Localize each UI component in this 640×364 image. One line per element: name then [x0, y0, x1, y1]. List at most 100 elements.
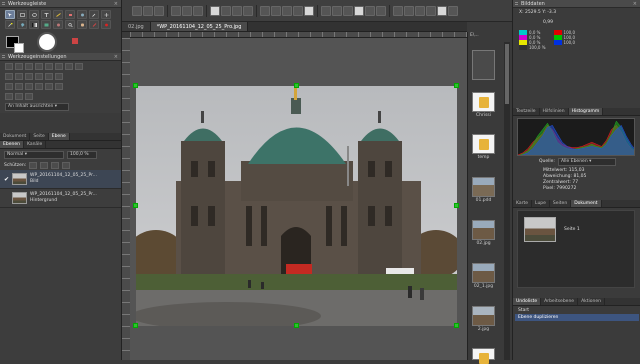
- tab-ebenen[interactable]: Ebenen: [0, 141, 24, 148]
- tab-textzeile[interactable]: Textzeile: [513, 108, 540, 115]
- zoom-fit-icon[interactable]: [221, 5, 231, 16]
- lasso-tool[interactable]: [29, 10, 39, 19]
- browser-item-temp[interactable]: temp: [472, 134, 495, 161]
- browser-blank-item[interactable]: [472, 50, 495, 80]
- option-button[interactable]: [65, 62, 73, 70]
- distribute-icon[interactable]: [45, 82, 53, 90]
- align-right-icon[interactable]: [25, 72, 33, 80]
- pen-tool[interactable]: [89, 20, 99, 29]
- align-middle-icon[interactable]: [45, 72, 53, 80]
- zoom-in-icon[interactable]: [232, 5, 242, 16]
- resize-handle[interactable]: [454, 83, 459, 88]
- visibility-check-icon[interactable]: ✔: [4, 176, 9, 183]
- browser-item-2jpg[interactable]: 2.jpg: [472, 306, 495, 333]
- paint-icon[interactable]: [437, 5, 447, 16]
- brightness-icon[interactable]: [354, 5, 364, 16]
- tab-lupe[interactable]: Lupe: [532, 200, 550, 207]
- fill-tool[interactable]: [17, 20, 27, 29]
- resize-handle[interactable]: [454, 323, 459, 328]
- align-left-icon[interactable]: [5, 72, 13, 80]
- brush-tool[interactable]: [53, 10, 63, 19]
- align-bottom-icon[interactable]: [55, 72, 63, 80]
- align-center-icon[interactable]: [15, 72, 23, 80]
- doc-tab-wp[interactable]: *WP_20161104_12_05_25_Pro.jpg: [150, 22, 249, 31]
- rotate-icon[interactable]: [260, 5, 270, 16]
- resize-handle[interactable]: [294, 323, 299, 328]
- browser-item-02-1jpg[interactable]: 02_1.jpg: [472, 263, 495, 290]
- color-balance-icon[interactable]: [343, 5, 353, 16]
- layer-row-background[interactable]: WP_20161104_12_05_25_Pr... Hintergrund: [0, 189, 121, 208]
- lock-transparency-icon[interactable]: [29, 162, 38, 169]
- print-icon[interactable]: [171, 5, 181, 16]
- browser-item-01pdd[interactable]: 01.pdd: [472, 177, 495, 204]
- size-icon[interactable]: [15, 92, 23, 100]
- resize-handle[interactable]: [294, 83, 299, 88]
- tab-seite[interactable]: Seite: [30, 133, 49, 140]
- brush-preview[interactable]: [37, 32, 57, 52]
- distribute-icon[interactable]: [35, 82, 43, 90]
- text-icon[interactable]: [426, 5, 436, 16]
- distribute-icon[interactable]: [55, 82, 63, 90]
- lock-position-icon[interactable]: [51, 162, 60, 169]
- eraser-tool[interactable]: [65, 10, 75, 19]
- lock-all-icon[interactable]: [62, 162, 71, 169]
- fit-dropdown[interactable]: An Inhalt ausrichten ▾: [5, 103, 69, 111]
- tab-undoliste[interactable]: Undoliste: [513, 298, 542, 305]
- layer-row-image[interactable]: ✔ WP_20161104_12_05_25_Pr... Bild: [0, 170, 121, 189]
- stamp-tool[interactable]: [77, 10, 87, 19]
- opacity-field[interactable]: 100,0 %: [67, 151, 97, 159]
- crop-icon[interactable]: [293, 5, 303, 16]
- hand-tool[interactable]: [77, 20, 87, 29]
- tool-options-panel-title[interactable]: Werkzeugeinstellungen ×: [0, 53, 121, 61]
- new-file-icon[interactable]: [132, 5, 142, 16]
- tab-histogramm[interactable]: Histogramm: [568, 108, 604, 115]
- blur-icon[interactable]: [376, 5, 386, 16]
- image-data-panel-title[interactable]: Bilddaten ×: [513, 0, 640, 8]
- resize-handle[interactable]: [454, 203, 459, 208]
- option-button[interactable]: [55, 62, 63, 70]
- tab-hilfslinien[interactable]: Hilfslinien: [540, 108, 569, 115]
- sharpen-icon[interactable]: [365, 5, 375, 16]
- layer-icon[interactable]: [415, 5, 425, 16]
- page-thumbnail[interactable]: [524, 217, 556, 242]
- undo-icon[interactable]: [182, 5, 192, 16]
- move-tool[interactable]: [101, 10, 111, 19]
- flip-icon[interactable]: [271, 5, 281, 16]
- zoom-out-icon[interactable]: [243, 5, 253, 16]
- distribute-icon[interactable]: [25, 82, 33, 90]
- option-button[interactable]: [25, 62, 33, 70]
- distribute-icon[interactable]: [5, 82, 13, 90]
- background-color-swatch[interactable]: [14, 43, 24, 53]
- tab-kanaele[interactable]: Kanäle: [24, 141, 47, 148]
- canvas-area[interactable]: [130, 38, 467, 360]
- size-icon[interactable]: [25, 92, 33, 100]
- redo-icon[interactable]: [193, 5, 203, 16]
- eyedropper-tool[interactable]: [89, 10, 99, 19]
- blend-mode-select[interactable]: Normal ▾: [4, 151, 64, 159]
- curves-icon[interactable]: [332, 5, 342, 16]
- close-icon[interactable]: ×: [633, 0, 637, 8]
- shape-tool[interactable]: [41, 20, 51, 29]
- undo-item[interactable]: Ebene duplizieren: [515, 314, 639, 321]
- option-button[interactable]: [15, 62, 23, 70]
- gradient-tool[interactable]: [29, 20, 39, 29]
- filter-icon[interactable]: [393, 5, 403, 16]
- photo-berlin-cathedral[interactable]: [136, 86, 457, 326]
- magic-wand-tool[interactable]: [5, 20, 15, 29]
- align-top-icon[interactable]: [35, 72, 43, 80]
- tab-aktionen[interactable]: Aktionen: [578, 298, 606, 305]
- open-file-icon[interactable]: [143, 5, 153, 16]
- zoom-100-icon[interactable]: [210, 5, 220, 16]
- levels-icon[interactable]: [321, 5, 331, 16]
- strip-scrollbar[interactable]: [504, 42, 510, 360]
- tab-arbeitsebene[interactable]: Arbeitsebene: [541, 298, 579, 305]
- browser-item-folder[interactable]: [472, 348, 495, 364]
- option-button[interactable]: [75, 62, 83, 70]
- tab-karte[interactable]: Karte: [513, 200, 533, 207]
- undo-item[interactable]: Start: [515, 307, 639, 314]
- tab-seiten[interactable]: Seiten: [550, 200, 572, 207]
- resize-handle[interactable]: [133, 203, 138, 208]
- help-icon[interactable]: [448, 5, 458, 16]
- visibility-check-icon[interactable]: [4, 195, 9, 202]
- close-icon[interactable]: ×: [114, 0, 118, 8]
